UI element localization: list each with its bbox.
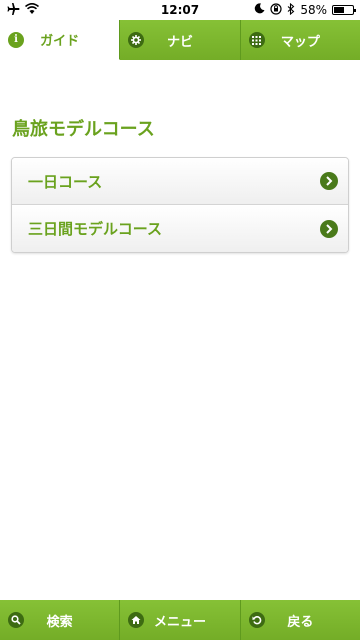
bottom-toolbar: 検索 メニュー 戻る [0, 600, 360, 640]
tab-guide-label: ガイド [40, 34, 80, 49]
search-button[interactable]: 検索 [0, 600, 121, 640]
status-time: 12:07 [160, 3, 200, 17]
chevron-right-icon [320, 219, 338, 238]
tab-map-label: マップ [280, 34, 320, 50]
page-title: 鳥旅モデルコース [12, 119, 155, 140]
list-item-label: 一日コース [28, 172, 103, 191]
list-item-three-day-course[interactable]: 三日間モデルコース [12, 205, 348, 252]
search-icon [8, 612, 24, 628]
back-icon [248, 612, 265, 628]
menu-button[interactable]: メニュー [120, 600, 241, 640]
tab-map[interactable]: マップ [240, 20, 360, 60]
battery-fill [334, 7, 345, 13]
course-list: 一日コース 三日間モデルコース [11, 157, 349, 253]
gear-icon [128, 32, 145, 48]
list-item-one-day-course[interactable]: 一日コース [12, 158, 348, 205]
chevron-right-icon [320, 172, 338, 190]
home-icon [128, 612, 145, 628]
menu-button-label: メニュー [153, 614, 206, 630]
grid-icon [248, 32, 265, 48]
top-tab-bar: i ガイド ナビ マップ [0, 20, 360, 60]
info-icon: i [8, 31, 24, 48]
tab-navi[interactable]: ナビ [120, 20, 241, 60]
search-button-label: 検索 [46, 614, 73, 630]
list-item-label: 三日間モデルコース [28, 220, 162, 238]
back-button-label: 戻る [287, 614, 314, 630]
tab-navi-label: ナビ [166, 34, 193, 50]
status-bar: 12:07 58% [0, 0, 360, 20]
back-button[interactable]: 戻る [240, 600, 360, 640]
battery-icon [332, 5, 356, 15]
tab-guide[interactable]: i ガイド [0, 20, 121, 60]
